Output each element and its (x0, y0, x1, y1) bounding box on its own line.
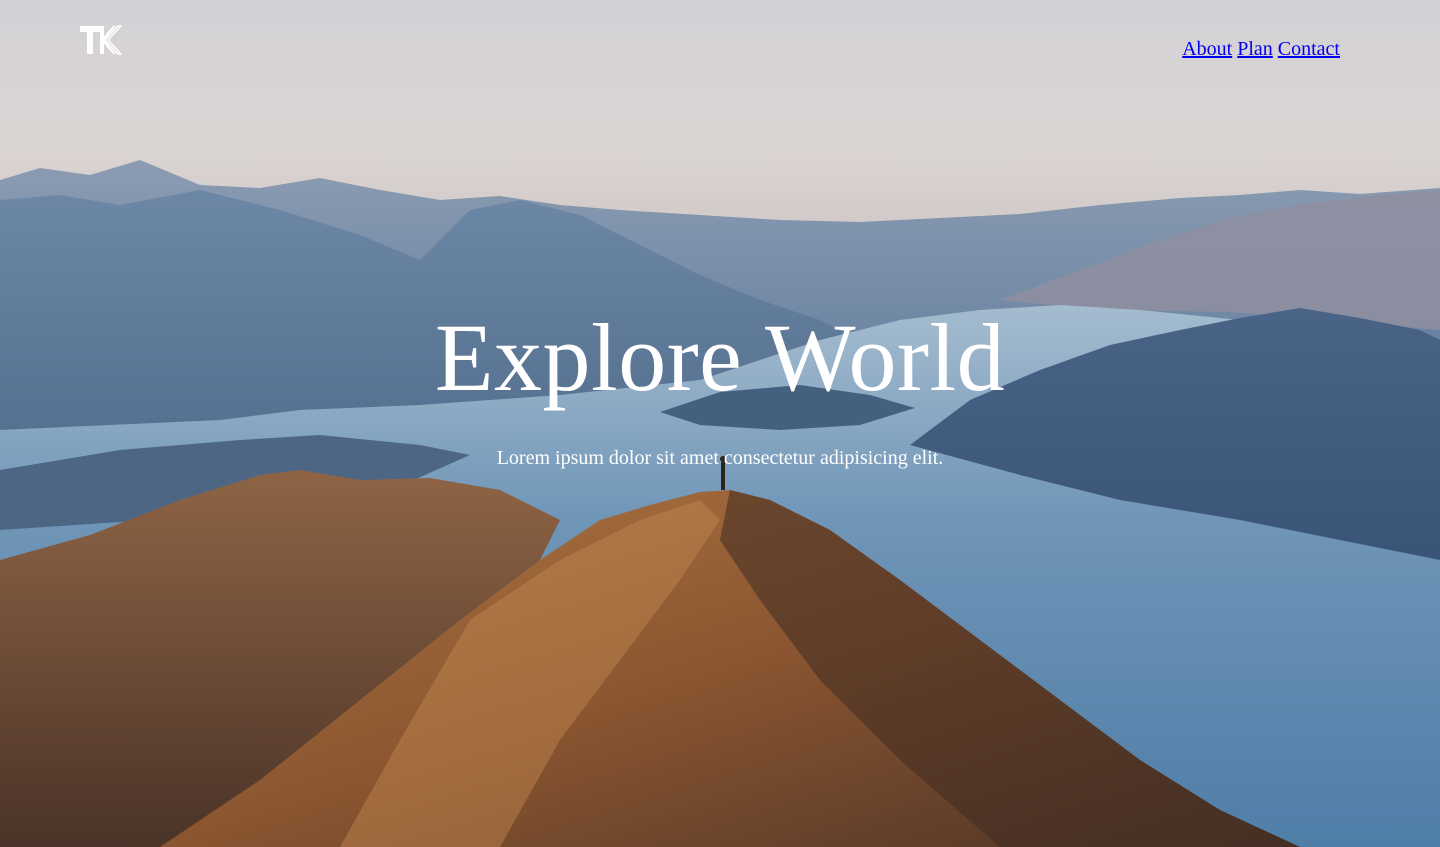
mountain-landscape-image (0, 0, 1440, 847)
hero-title: Explore World (434, 304, 1006, 411)
nav-link-about[interactable]: About (1182, 38, 1232, 60)
hero-background: About Plan Contact Explore World Lorem i… (0, 0, 1440, 847)
nav-link-plan[interactable]: Plan (1237, 38, 1273, 60)
tk-logo-icon[interactable] (80, 24, 122, 56)
nav-link-contact[interactable]: Contact (1278, 38, 1340, 60)
top-navigation: About Plan Contact (1182, 37, 1340, 61)
hero-subtitle: Lorem ipsum dolor sit amet consectetur a… (496, 447, 944, 469)
